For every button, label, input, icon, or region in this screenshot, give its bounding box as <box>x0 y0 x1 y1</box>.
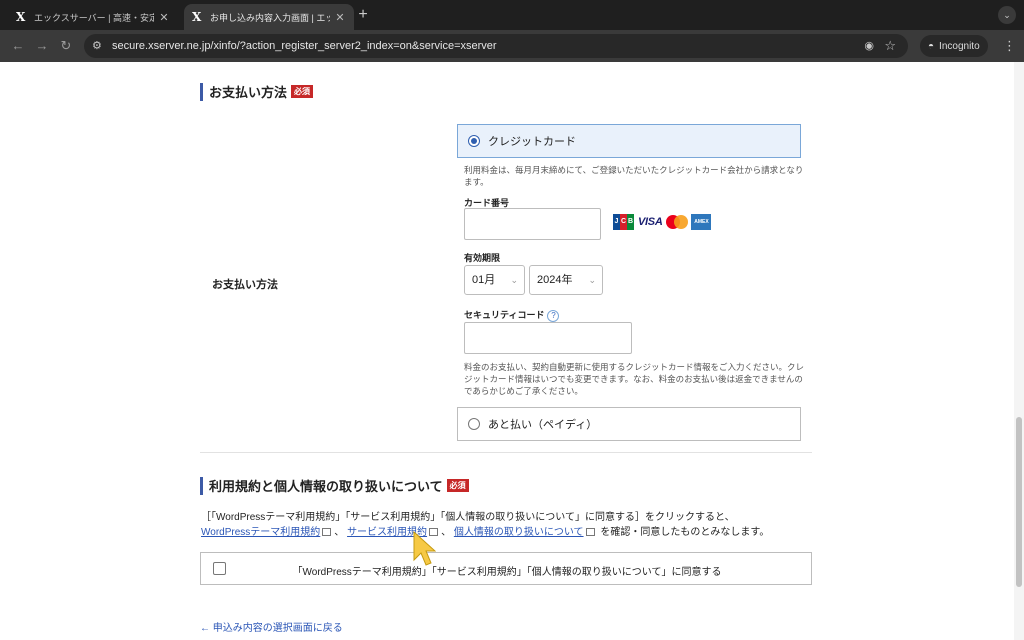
chevron-down-icon: ⌄ <box>510 275 518 285</box>
terms-intro-text: ［「WordPressテーマ利用規約」「サービス利用規約」「個人情報の取り扱いに… <box>201 512 735 523</box>
site-info-icon[interactable]: ⚙ <box>92 39 102 52</box>
mouse-cursor-icon <box>413 530 436 566</box>
terms-outro-text: を確認・同意したものとみなします。 <box>600 527 770 538</box>
terms-agree-label: 「WordPressテーマ利用規約」「サービス利用規約」「個人情報の取り扱いにつ… <box>292 567 722 578</box>
terms-heading-text: 利用規約と個人情報の取り扱いについて <box>209 479 443 494</box>
page-content: お支払い方法 必須 お支払い方法 クレジットカード 利用料金は、毎月月末締めにて… <box>0 62 1024 640</box>
incognito-icon: ◓ <box>928 40 935 52</box>
section-divider <box>200 452 812 453</box>
tab-title: エックスサーバー | 高速・安定性 <box>34 12 154 23</box>
back-arrow-icon[interactable]: ← <box>10 38 26 54</box>
browser-tab[interactable]: X エックスサーバー | 高速・安定性 ✕ <box>8 4 178 30</box>
address-bar[interactable]: ⚙ secure.xserver.ne.jp/xinfo/?action_reg… <box>84 34 908 58</box>
payment-heading-text: お支払い方法 <box>209 85 288 100</box>
page-scrollbar[interactable] <box>1014 62 1024 640</box>
terms-agree-option[interactable]: 「WordPressテーマ利用規約」「サービス利用規約」「個人情報の取り扱いにつ… <box>200 552 812 585</box>
browser-toolbar: ← → ↻ ⚙ secure.xserver.ne.jp/xinfo/?acti… <box>0 30 1024 62</box>
terms-section-heading: 利用規約と個人情報の取り扱いについて 必須 <box>200 476 469 495</box>
visa-logo-icon: VISA <box>638 216 663 228</box>
expiry-label: 有効期限 <box>464 253 501 263</box>
xserver-favicon-icon: X <box>16 10 26 24</box>
payment-row-label: お支払い方法 <box>212 279 278 291</box>
credit-card-radio[interactable] <box>468 135 480 147</box>
new-tab-button[interactable]: + <box>356 7 370 23</box>
tab-title: お申し込み内容入力画面 | エックス <box>210 12 330 23</box>
browser-tab-strip: X エックスサーバー | 高速・安定性 ✕ X お申し込み内容入力画面 | エッ… <box>0 0 1024 30</box>
heading-accent-bar <box>200 476 203 495</box>
billing-note: 利用料金は、毎月月末締めにて、ご登録いただいたクレジットカード会社から請求となり… <box>464 165 804 187</box>
security-code-input[interactable] <box>464 322 632 354</box>
external-link-icon <box>322 528 332 536</box>
help-question-icon[interactable]: ? <box>547 309 560 322</box>
xserver-favicon-icon: X <box>192 10 202 24</box>
heading-accent-bar <box>200 82 203 101</box>
card-brand-logos: JCB VISA AMEX <box>613 214 712 230</box>
back-to-selection-link[interactable]: ← 申込み内容の選択画面に戻る <box>200 619 343 634</box>
tab-search-chevron-icon[interactable]: ⌄ <box>998 6 1016 24</box>
amex-logo-icon: AMEX <box>691 214 712 230</box>
expiry-month-value: 01月 <box>472 274 496 286</box>
url-text[interactable]: secure.xserver.ne.jp/xinfo/?action_regis… <box>112 40 497 52</box>
close-tab-icon[interactable]: ✕ <box>334 11 346 24</box>
required-badge: 必須 <box>446 479 469 492</box>
deferred-payment-label: あと払い（ペイディ） <box>488 419 598 431</box>
expiry-year-select[interactable]: 2024年 ⌄ <box>529 265 603 295</box>
browser-tab-active[interactable]: X お申し込み内容入力画面 | エックス ✕ <box>184 4 354 30</box>
jcb-logo-icon: JCB <box>613 214 634 230</box>
credit-card-option[interactable]: クレジットカード <box>457 124 801 158</box>
reload-icon[interactable]: ↻ <box>58 38 74 54</box>
browser-menu-icon[interactable]: ⋮ <box>1003 38 1016 54</box>
credit-card-label: クレジットカード <box>488 136 576 148</box>
terms-links-line: WordPressテーマ利用規約、 サービス利用規約、 個人情報の取り扱いについ… <box>201 527 770 538</box>
external-link-icon <box>585 528 595 536</box>
security-code-label: セキュリティコード? <box>464 308 560 322</box>
expiry-month-select[interactable]: 01月 ⌄ <box>464 265 525 295</box>
security-code-label-text: セキュリティコード <box>464 310 545 320</box>
privacy-policy-link[interactable]: 個人情報の取り扱いについて <box>454 527 584 538</box>
deferred-payment-option[interactable]: あと払い（ペイディ） <box>457 407 801 441</box>
expiry-year-value: 2024年 <box>537 274 573 286</box>
wordpress-terms-link[interactable]: WordPressテーマ利用規約 <box>201 527 320 538</box>
bookmark-star-icon[interactable]: ☆ <box>884 38 896 54</box>
tracking-protection-eye-icon[interactable]: ◉ <box>864 39 874 52</box>
card-info-note: 料金のお支払い、契約自動更新に使用するクレジットカード情報をご入力ください。クレ… <box>464 362 805 396</box>
required-badge: 必須 <box>291 85 314 98</box>
scrollbar-thumb[interactable] <box>1016 417 1022 587</box>
payment-section-heading: お支払い方法 必須 <box>200 82 314 101</box>
chevron-down-icon: ⌄ <box>588 275 596 285</box>
forward-arrow-icon[interactable]: → <box>34 38 50 54</box>
mastercard-logo-icon <box>666 215 689 229</box>
card-number-input[interactable] <box>464 208 601 240</box>
close-tab-icon[interactable]: ✕ <box>158 11 170 24</box>
incognito-indicator[interactable]: ◓ Incognito <box>920 35 988 57</box>
deferred-payment-radio[interactable] <box>468 418 480 430</box>
incognito-label: Incognito <box>939 40 980 52</box>
